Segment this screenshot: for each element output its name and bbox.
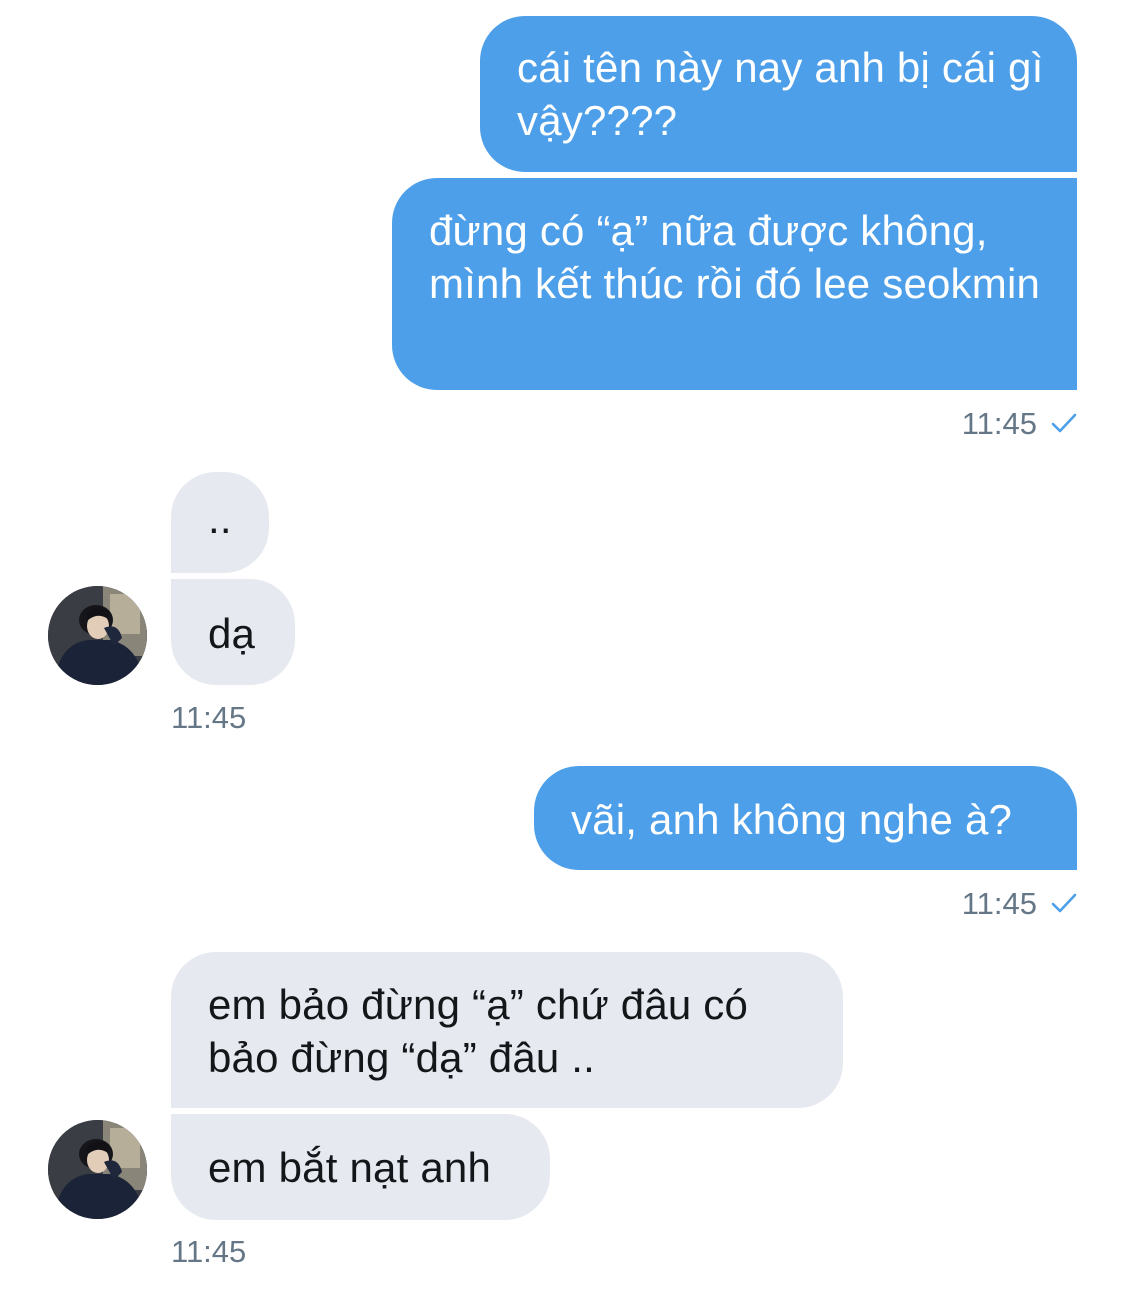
timestamp-text: 11:45 <box>961 886 1037 921</box>
message-text: em bảo đừng “ạ” chứ đâu có bảo đừng “dạ”… <box>208 981 749 1081</box>
checkmark-icon <box>1051 406 1077 442</box>
avatar-photo <box>48 586 147 685</box>
message-timestamp: 11:45 <box>171 700 246 736</box>
checkmark-icon <box>1051 886 1077 922</box>
timestamp-text: 11:45 <box>171 1234 247 1269</box>
outgoing-message-bubble[interactable]: cái tên này nay anh bị cái gì vậy???? <box>480 16 1077 172</box>
user-avatar[interactable] <box>48 1120 147 1219</box>
message-text: cái tên này nay anh bị cái gì vậy???? <box>517 44 1044 144</box>
user-avatar[interactable] <box>48 586 147 685</box>
dm-conversation: { "conversation": { "messages": [ {"send… <box>0 0 1125 1290</box>
message-text: .. <box>208 495 232 542</box>
outgoing-message-bubble[interactable]: đừng có “ạ” nữa được không, mình kết thú… <box>392 178 1077 390</box>
incoming-message-bubble[interactable]: .. <box>171 472 269 573</box>
message-text: em bắt nạt anh <box>208 1144 491 1191</box>
incoming-message-bubble[interactable]: em bảo đừng “ạ” chứ đâu có bảo đừng “dạ”… <box>171 952 843 1108</box>
timestamp-text: 11:45 <box>961 406 1037 441</box>
incoming-message-bubble[interactable]: dạ <box>171 579 295 685</box>
incoming-message-bubble[interactable]: em bắt nạt anh <box>171 1114 550 1220</box>
message-text: vãi, anh không nghe à? <box>571 796 1013 843</box>
outgoing-message-bubble[interactable]: vãi, anh không nghe à? <box>534 766 1077 870</box>
message-timestamp: 11:45 <box>962 406 1077 444</box>
avatar-photo <box>48 1120 147 1219</box>
message-text: đừng có “ạ” nữa được không, mình kết thú… <box>429 207 1041 307</box>
message-timestamp: 11:45 <box>171 1234 246 1270</box>
message-text: dạ <box>208 610 256 657</box>
message-timestamp: 11:45 <box>962 886 1077 924</box>
timestamp-text: 11:45 <box>171 700 247 735</box>
